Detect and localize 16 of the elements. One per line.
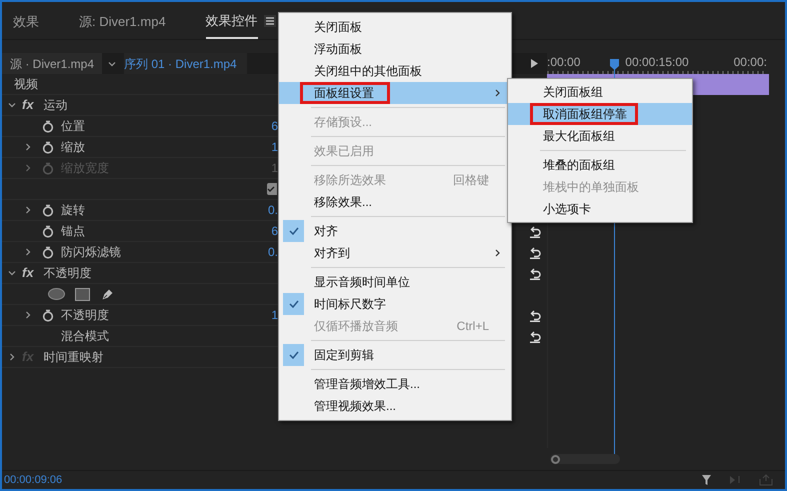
effect-name: 运动: [44, 97, 68, 114]
property-name: 混合模式: [61, 328, 109, 345]
property-name: 锚点: [61, 223, 85, 240]
property-name: 缩放: [61, 139, 85, 156]
property-name: 位置: [61, 118, 85, 135]
effect-name: 时间重映射: [44, 349, 104, 366]
ruler-time-label: 00:00:15:00: [625, 54, 689, 71]
ruler-time-label: 00:00:: [734, 54, 767, 71]
shortcut-label: Ctrl+L: [456, 318, 489, 335]
effect-name: 不透明度: [44, 265, 92, 282]
ruler-time-label: :00:00: [547, 54, 580, 71]
section-label: 视频: [14, 76, 38, 93]
property-name: 不透明度: [61, 307, 109, 324]
property-name: 防闪烁滤镜: [61, 244, 121, 261]
shortcut-label: 回格键: [453, 172, 489, 189]
property-name: 旋转: [61, 202, 85, 219]
